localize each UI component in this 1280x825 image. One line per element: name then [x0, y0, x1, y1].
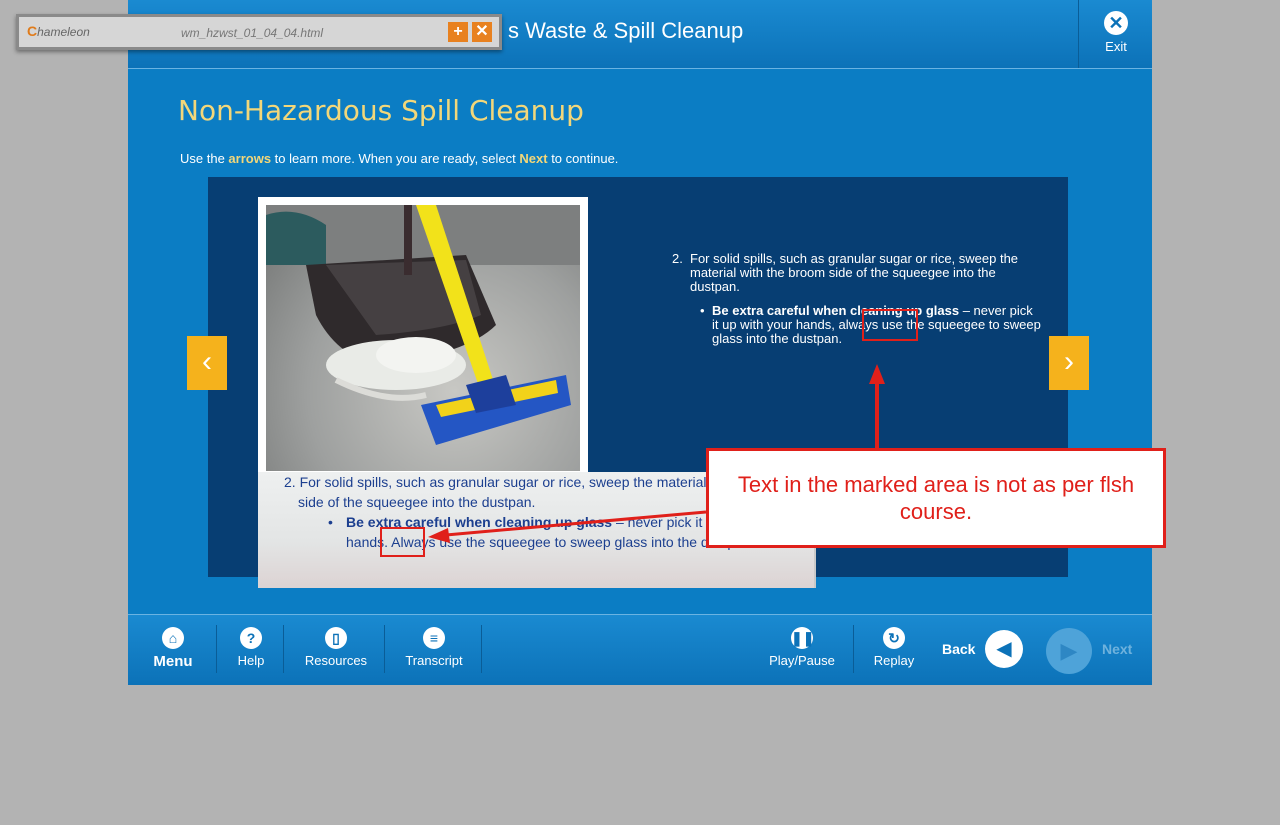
close-toolbar-button[interactable]: ✕ [472, 22, 492, 42]
logo-text: hameleon [37, 25, 90, 39]
close-icon: ✕ [475, 23, 489, 40]
logo-initial: C [27, 23, 38, 39]
expand-button[interactable]: + [448, 22, 468, 42]
annotation-callout: Text in the marked area is not as per fl… [706, 448, 1166, 548]
annotation-arrows [428, 364, 885, 543]
chameleon-toolbar[interactable]: Chameleon wm_hzwst_01_04_04.html + ✕ [16, 14, 502, 50]
arrow-up-head [869, 364, 885, 384]
chameleon-logo: Chameleon [27, 23, 90, 39]
arrow-left-head [428, 528, 450, 543]
plus-icon: + [453, 23, 463, 40]
toolbar-filename: wm_hzwst_01_04_04.html [181, 26, 324, 40]
arrow-left-line [445, 510, 707, 537]
